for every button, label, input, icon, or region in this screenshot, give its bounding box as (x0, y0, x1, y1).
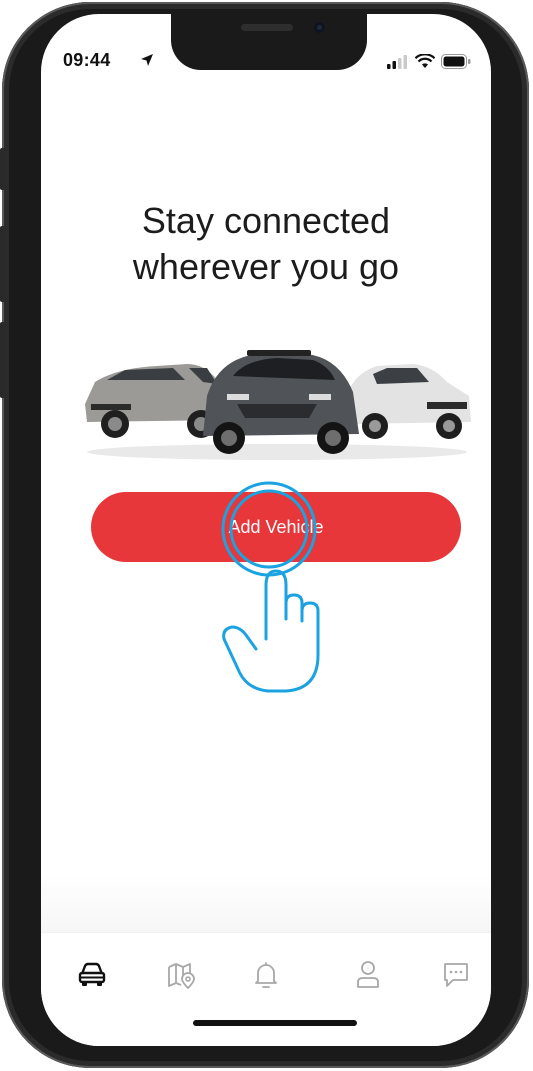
vehicle-lineup-image (85, 350, 471, 460)
bell-icon (255, 962, 277, 988)
tab-vehicle[interactable] (72, 955, 112, 995)
car-icon (78, 962, 106, 986)
tab-bar-shadow (41, 874, 491, 932)
location-arrow-icon (141, 54, 153, 66)
tab-notifications[interactable] (246, 955, 286, 995)
headline: Stay connected wherever you go (41, 198, 491, 290)
speaker (241, 24, 293, 31)
status-time: 09:44 (63, 50, 111, 70)
mute-switch (0, 148, 6, 190)
battery-icon (441, 54, 471, 69)
tab-map[interactable] (161, 955, 201, 995)
tab-messages[interactable] (436, 955, 476, 995)
home-indicator[interactable] (193, 1020, 357, 1026)
chat-icon (444, 963, 468, 987)
tab-bar (41, 932, 491, 1046)
car-right (347, 364, 471, 439)
headline-line-2: wherever you go (132, 246, 400, 287)
wifi-icon (415, 54, 435, 68)
headline-line-1: Stay connected (141, 200, 391, 241)
notch (171, 14, 367, 70)
app-screen: 09:44 Stay connected wherever you go Add… (41, 14, 491, 1046)
status-icons (387, 54, 471, 69)
volume-down-button (0, 322, 6, 398)
car-center (203, 350, 359, 454)
cellular-signal-icon (387, 54, 407, 69)
front-camera (314, 22, 325, 33)
user-icon (357, 961, 379, 988)
tab-profile[interactable] (348, 955, 388, 995)
tap-gesture-hand-icon (221, 481, 320, 693)
map-pin-icon (168, 963, 195, 989)
volume-up-button (0, 226, 6, 302)
